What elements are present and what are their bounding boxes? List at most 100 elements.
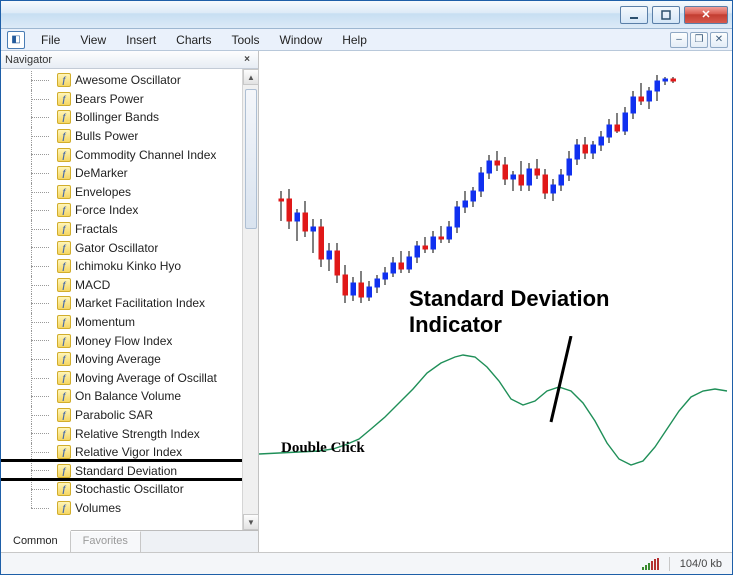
indicator-item[interactable]: f Moving Average of Oscillat — [1, 369, 242, 388]
navigator-title: Navigator — [5, 54, 52, 66]
app-icon: ◧ — [7, 31, 25, 49]
indicator-item[interactable]: f Awesome Oscillator — [1, 71, 242, 90]
indicator-item[interactable]: f On Balance Volume — [1, 387, 242, 406]
annotation-double-click: Double Click — [281, 439, 365, 457]
annotation-main: Standard DeviationIndicator — [409, 286, 609, 339]
connection-bars-icon — [642, 558, 659, 570]
indicator-label: Bollinger Bands — [75, 110, 159, 124]
scroll-down-button[interactable]: ▼ — [243, 514, 259, 530]
menu-charts[interactable]: Charts — [166, 31, 221, 49]
function-icon: f — [57, 464, 71, 478]
indicator-item[interactable]: fForce Index — [1, 201, 242, 220]
indicator-item[interactable]: f Envelopes — [1, 183, 242, 202]
application-window: ✕ ◧ File View Insert Charts Tools Window… — [0, 0, 733, 575]
indicator-item[interactable]: f Standard Deviation — [1, 461, 242, 480]
function-icon: f — [57, 185, 71, 199]
indicator-label: Relative Vigor Index — [75, 445, 182, 459]
tab-favorites[interactable]: Favorites — [71, 531, 141, 552]
indicator-label: Money Flow Index — [75, 334, 172, 348]
indicator-item[interactable]: f Relative Vigor Index — [1, 443, 242, 462]
indicator-item[interactable]: f Parabolic SAR — [1, 406, 242, 425]
function-icon: f — [57, 73, 71, 87]
indicator-label: Force Index — [75, 203, 138, 217]
menu-insert[interactable]: Insert — [116, 31, 166, 49]
function-icon: f — [57, 501, 71, 515]
indicator-item[interactable]: fFractals — [1, 220, 242, 239]
function-icon: f — [57, 427, 71, 441]
function-icon: f — [57, 92, 71, 106]
titlebar: ✕ — [1, 1, 732, 29]
function-icon: f — [57, 278, 71, 292]
indicator-item[interactable]: fDeMarker — [1, 164, 242, 183]
indicator-label: Moving Average of Oscillat — [75, 371, 217, 385]
indicator-item[interactable]: f Commodity Channel Index — [1, 145, 242, 164]
navigator-header: Navigator × — [1, 51, 258, 69]
body-area: Navigator × f Awesome Oscillator f Bears Po… — [1, 51, 732, 552]
function-icon: f — [57, 334, 71, 348]
function-icon: f — [57, 315, 71, 329]
indicator-item[interactable]: f Moving Average — [1, 350, 242, 369]
indicator-label: Market Facilitation Index — [75, 296, 205, 310]
menu-tools[interactable]: Tools — [222, 31, 270, 49]
function-icon: f — [57, 482, 71, 496]
window-maximize-button[interactable] — [652, 6, 680, 24]
mdi-close-button[interactable]: ✕ — [710, 32, 728, 48]
tab-common[interactable]: Common — [1, 530, 71, 552]
indicator-item[interactable]: f Relative Strength Index — [1, 424, 242, 443]
function-icon: f — [57, 259, 71, 273]
indicator-item[interactable]: f Market Facilitation Index — [1, 294, 242, 313]
navigator-close-button[interactable]: × — [240, 53, 254, 67]
indicator-label: Commodity Channel Index — [75, 148, 216, 162]
indicator-label: Relative Strength Index — [75, 427, 200, 441]
scroll-up-button[interactable]: ▲ — [243, 69, 259, 85]
window-close-button[interactable]: ✕ — [684, 6, 728, 24]
indicator-item[interactable]: fBulls Power — [1, 127, 242, 146]
annotation-arrow — [547, 336, 577, 426]
mdi-minimize-button[interactable]: – — [670, 32, 688, 48]
indicator-item[interactable]: f Bollinger Bands — [1, 108, 242, 127]
function-icon: f — [57, 166, 71, 180]
menu-file[interactable]: File — [31, 31, 70, 49]
indicator-label: On Balance Volume — [75, 389, 181, 403]
function-icon: f — [57, 389, 71, 403]
indicator-label: Ichimoku Kinko Hyo — [75, 259, 181, 273]
indicator-item[interactable]: fStochastic Oscillator — [1, 480, 242, 499]
function-icon: f — [57, 296, 71, 310]
menubar: ◧ File View Insert Charts Tools Window H… — [1, 29, 732, 51]
navigator-scrollbar[interactable]: ▲ ▼ — [242, 69, 258, 530]
status-traffic: 104/0 kb — [680, 558, 722, 570]
chart-area[interactable]: Standard DeviationIndicator Double Click — [259, 51, 732, 552]
indicator-item[interactable]: f Money Flow Index — [1, 331, 242, 350]
indicator-label: Momentum — [75, 315, 135, 329]
indicator-item[interactable]: f Ichimoku Kinko Hyo — [1, 257, 242, 276]
function-icon: f — [57, 371, 71, 385]
indicator-item[interactable]: f Volumes — [1, 499, 242, 518]
window-minimize-button[interactable] — [620, 6, 648, 24]
menu-help[interactable]: Help — [332, 31, 377, 49]
scroll-thumb[interactable] — [245, 89, 257, 229]
indicator-item[interactable]: fGator Oscillator — [1, 238, 242, 257]
function-icon: f — [57, 241, 71, 255]
indicator-label: Envelopes — [75, 185, 131, 199]
indicator-label: Standard Deviation — [75, 464, 177, 478]
indicator-label: Moving Average — [75, 352, 161, 366]
function-icon: f — [57, 408, 71, 422]
statusbar: 104/0 kb — [1, 552, 732, 574]
indicator-label: Volumes — [75, 501, 121, 515]
indicator-label: Parabolic SAR — [75, 408, 153, 422]
function-icon: f — [57, 148, 71, 162]
mdi-restore-button[interactable]: ❐ — [690, 32, 708, 48]
indicator-label: MACD — [75, 278, 110, 292]
indicator-item[interactable]: f MACD — [1, 276, 242, 295]
menu-view[interactable]: View — [70, 31, 116, 49]
indicator-label: Awesome Oscillator — [75, 73, 181, 87]
navigator-tree: f Awesome Oscillator f Bears Power f Bollinge… — [1, 69, 242, 530]
indicator-item[interactable]: f Momentum — [1, 313, 242, 332]
function-icon: f — [57, 110, 71, 124]
indicator-label: Bears Power — [75, 92, 144, 106]
function-icon: f — [57, 352, 71, 366]
function-icon: f — [57, 222, 71, 236]
menu-window[interactable]: Window — [270, 31, 333, 49]
function-icon: f — [57, 445, 71, 459]
indicator-item[interactable]: f Bears Power — [1, 90, 242, 109]
